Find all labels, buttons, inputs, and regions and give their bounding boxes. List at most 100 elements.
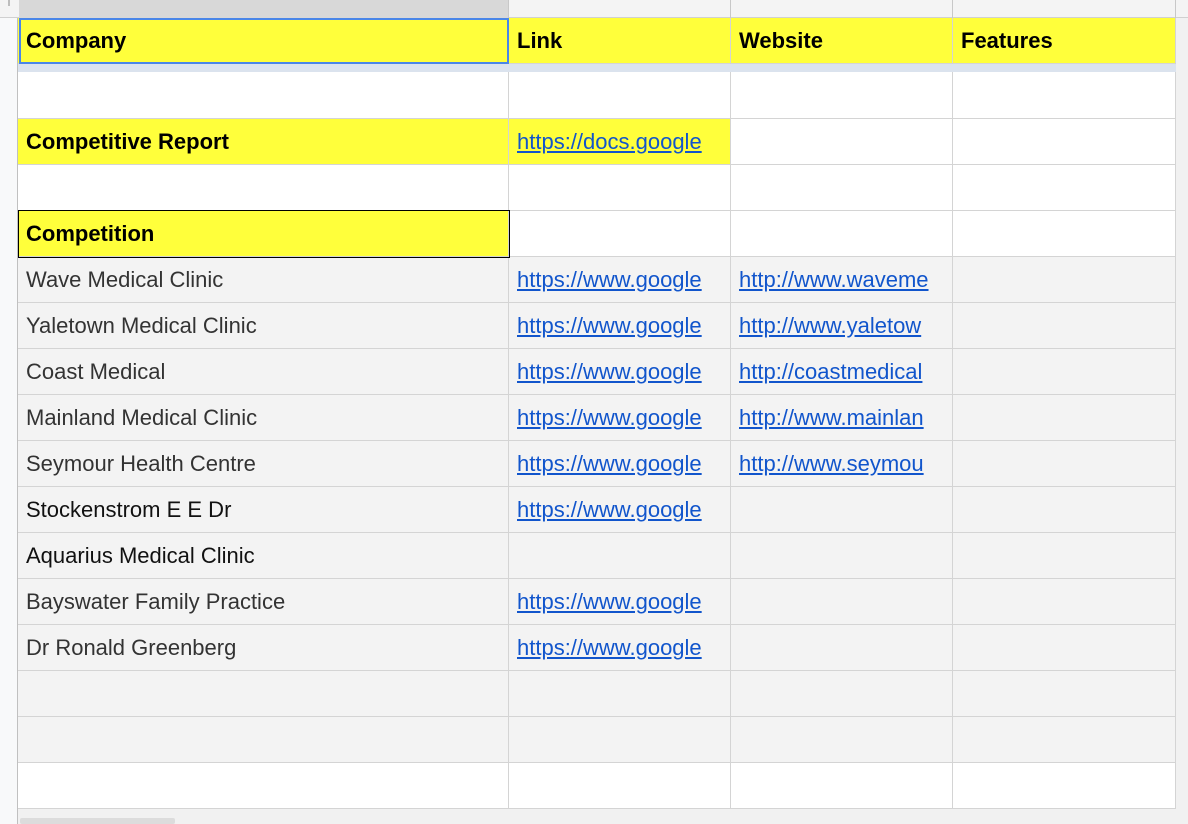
company-name: Bayswater Family Practice <box>26 588 286 614</box>
cell[interactable] <box>509 211 731 257</box>
company-cell[interactable]: Dr Ronald Greenberg <box>18 625 509 671</box>
cell[interactable] <box>509 671 731 717</box>
website-cell[interactable] <box>731 533 953 579</box>
company-cell[interactable]: Yaletown Medical Clinic <box>18 303 509 349</box>
website-cell[interactable] <box>731 487 953 533</box>
website-link[interactable]: http://www.waveme <box>739 268 929 291</box>
link-cell[interactable]: https://www.google <box>509 303 731 349</box>
website-cell[interactable] <box>731 625 953 671</box>
cell[interactable] <box>731 717 953 763</box>
cell[interactable] <box>509 165 731 211</box>
header-company-label: Company <box>26 27 127 53</box>
website-link[interactable]: http://www.seymou <box>739 452 924 475</box>
link-cell[interactable]: https://www.google <box>509 441 731 487</box>
cell[interactable] <box>953 671 1176 717</box>
competitive-report-link[interactable]: https://docs.google <box>517 130 702 153</box>
cell[interactable] <box>18 165 509 211</box>
google-link[interactable]: https://www.google <box>517 636 702 659</box>
cell[interactable] <box>18 671 509 717</box>
features-cell[interactable] <box>953 257 1176 303</box>
table-row: Wave Medical Clinic https://www.google h… <box>18 257 1176 303</box>
link-cell[interactable]: https://www.google <box>509 349 731 395</box>
company-cell[interactable]: Coast Medical <box>18 349 509 395</box>
website-link[interactable]: http://coastmedical <box>739 360 922 383</box>
header-features-cell[interactable]: Features <box>953 18 1176 64</box>
company-name: Seymour Health Centre <box>26 450 256 476</box>
google-link[interactable]: https://www.google <box>517 590 702 613</box>
company-cell[interactable]: Mainland Medical Clinic <box>18 395 509 441</box>
cell[interactable] <box>731 763 953 809</box>
frozen-row-divider[interactable] <box>18 64 1176 72</box>
link-cell[interactable]: https://www.google <box>509 625 731 671</box>
google-link[interactable]: https://www.google <box>517 360 702 383</box>
website-cell[interactable]: http://coastmedical <box>731 349 953 395</box>
sheet-right-margin <box>1176 18 1188 824</box>
horizontal-scrollbar[interactable] <box>20 818 175 824</box>
link-cell[interactable]: https://www.google <box>509 579 731 625</box>
competitive-report-cell[interactable]: Competitive Report <box>18 119 509 165</box>
company-name: Yaletown Medical Clinic <box>26 312 257 338</box>
website-cell[interactable]: http://www.waveme <box>731 257 953 303</box>
cell[interactable] <box>731 671 953 717</box>
features-cell[interactable] <box>953 487 1176 533</box>
cell[interactable] <box>731 211 953 257</box>
table-row: Dr Ronald Greenberg https://www.google <box>18 625 1176 671</box>
empty-row <box>18 717 1176 763</box>
features-cell[interactable] <box>953 533 1176 579</box>
company-cell[interactable]: Bayswater Family Practice <box>18 579 509 625</box>
competition-row: Competition <box>18 211 1176 257</box>
cell[interactable] <box>953 165 1176 211</box>
website-link[interactable]: http://www.yaletow <box>739 314 921 337</box>
company-cell[interactable]: Wave Medical Clinic <box>18 257 509 303</box>
features-cell[interactable] <box>953 395 1176 441</box>
website-cell[interactable]: http://www.seymou <box>731 441 953 487</box>
selected-column-header[interactable] <box>19 0 508 18</box>
website-cell[interactable] <box>731 579 953 625</box>
empty-row <box>18 671 1176 717</box>
header-link-cell[interactable]: Link <box>509 18 731 64</box>
cell[interactable] <box>731 72 953 119</box>
features-cell[interactable] <box>953 303 1176 349</box>
cell[interactable] <box>18 763 509 809</box>
competitive-report-label: Competitive Report <box>26 128 229 154</box>
cell[interactable] <box>18 717 509 763</box>
competition-cell[interactable]: Competition <box>18 211 509 257</box>
company-cell[interactable]: Aquarius Medical Clinic <box>18 533 509 579</box>
google-link[interactable]: https://www.google <box>517 268 702 291</box>
features-cell[interactable] <box>953 441 1176 487</box>
cell[interactable] <box>731 165 953 211</box>
link-cell[interactable]: https://www.google <box>509 487 731 533</box>
cell[interactable] <box>509 72 731 119</box>
features-cell[interactable] <box>953 625 1176 671</box>
header-company-cell[interactable]: Company <box>18 18 509 64</box>
table-row: Bayswater Family Practice https://www.go… <box>18 579 1176 625</box>
cell[interactable] <box>953 119 1176 165</box>
website-cell[interactable]: http://www.mainlan <box>731 395 953 441</box>
cell[interactable] <box>953 763 1176 809</box>
google-link[interactable]: https://www.google <box>517 452 702 475</box>
cell[interactable] <box>953 717 1176 763</box>
cell[interactable] <box>953 72 1176 119</box>
website-cell[interactable]: http://www.yaletow <box>731 303 953 349</box>
features-cell[interactable] <box>953 579 1176 625</box>
cell[interactable] <box>509 717 731 763</box>
spreadsheet-grid: Company Link Website Features Competitiv… <box>0 0 1188 824</box>
google-link[interactable]: https://www.google <box>517 314 702 337</box>
header-features-label: Features <box>961 27 1053 53</box>
google-link[interactable]: https://www.google <box>517 498 702 521</box>
competitive-report-link-cell[interactable]: https://docs.google <box>509 119 731 165</box>
link-cell[interactable]: https://www.google <box>509 395 731 441</box>
link-cell[interactable] <box>509 533 731 579</box>
table-row: Aquarius Medical Clinic <box>18 533 1176 579</box>
website-link[interactable]: http://www.mainlan <box>739 406 924 429</box>
header-website-cell[interactable]: Website <box>731 18 953 64</box>
company-cell[interactable]: Stockenstrom E E Dr <box>18 487 509 533</box>
features-cell[interactable] <box>953 349 1176 395</box>
cell[interactable] <box>953 211 1176 257</box>
cell[interactable] <box>509 763 731 809</box>
company-cell[interactable]: Seymour Health Centre <box>18 441 509 487</box>
cell[interactable] <box>18 72 509 119</box>
link-cell[interactable]: https://www.google <box>509 257 731 303</box>
cell[interactable] <box>731 119 953 165</box>
google-link[interactable]: https://www.google <box>517 406 702 429</box>
